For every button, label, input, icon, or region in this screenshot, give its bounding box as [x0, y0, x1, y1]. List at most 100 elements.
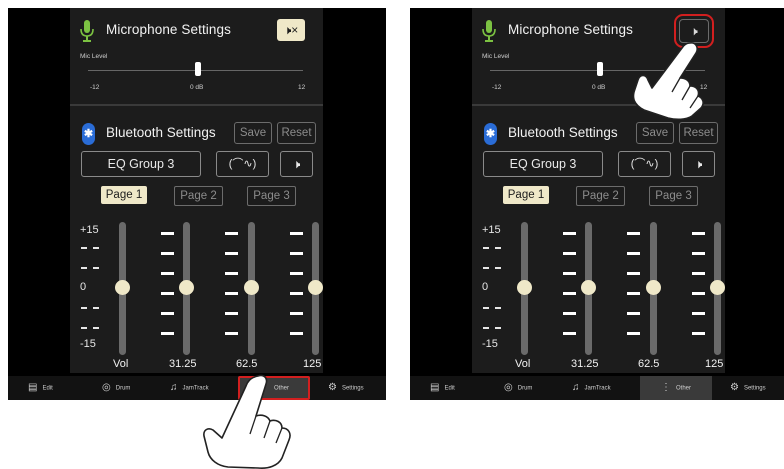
tab-page-3[interactable]: Page 3 [649, 186, 698, 206]
microphone-icon [80, 20, 94, 42]
fader-tick [692, 252, 705, 255]
fader-tick [290, 252, 303, 255]
scale-dash [483, 267, 501, 271]
reset-button[interactable]: Reset [277, 122, 316, 144]
fader-tick [563, 332, 576, 335]
fader-tick [563, 272, 576, 275]
fader-tick [627, 252, 640, 255]
reset-button[interactable]: Reset [679, 122, 718, 144]
fader-knob-31[interactable] [581, 280, 596, 295]
edit-icon: ▤ [28, 382, 38, 393]
save-button[interactable]: Save [636, 122, 674, 144]
settings-panel: Microphone Settings 🕨× Mic Level -12 0 d… [70, 8, 323, 373]
device-screen-left: Microphone Settings 🕨× Mic Level -12 0 d… [8, 8, 386, 400]
mic-level-mid: 0 dB [592, 84, 606, 91]
tab-page-1[interactable]: Page 1 [503, 186, 549, 204]
fader-tick [161, 232, 174, 235]
tab-page-3[interactable]: Page 3 [247, 186, 296, 206]
bt-speaker-button[interactable]: 🕨 [682, 151, 715, 177]
fader-tick [563, 312, 576, 315]
bluetooth-settings-title: Bluetooth Settings [508, 125, 618, 140]
nav-jamtrack-label: JamTrack [584, 385, 611, 392]
nav-drum-label: Drum [517, 385, 533, 392]
fader-tick [563, 232, 576, 235]
scale-top-label: +15 [80, 224, 99, 236]
fader-tick [692, 332, 705, 335]
fader-tick [692, 292, 705, 295]
eq-curve-button[interactable]: (⌒∿) [618, 151, 671, 177]
drum-icon: ◎ [504, 382, 513, 393]
scale-dash [81, 247, 99, 251]
band-label-vol: Vol [515, 358, 531, 370]
eq-db-scale: +15 0 -15 [80, 224, 110, 354]
fader-tick [161, 252, 174, 255]
eq-group-selector[interactable]: EQ Group 3 [81, 151, 201, 177]
fader-tick [290, 292, 303, 295]
fader-tick [161, 312, 174, 315]
tab-page-1[interactable]: Page 1 [101, 186, 147, 204]
fader-tick [225, 232, 238, 235]
fader-knob-125[interactable] [308, 280, 323, 295]
scale-dash [483, 247, 501, 251]
music-note-icon: ♫ [170, 382, 178, 393]
band-label-31: 31.25 [169, 358, 197, 370]
bottom-nav: ▤ Edit ◎ Drum ♫ JamTrack ⋮ Other ⚙ Settings [410, 376, 784, 400]
pointing-hand-icon [203, 374, 291, 469]
fader-tick [627, 332, 640, 335]
eq-group-selector[interactable]: EQ Group 3 [483, 151, 603, 177]
section-divider [70, 104, 323, 106]
nav-jamtrack[interactable]: ♫ JamTrack [572, 376, 611, 400]
nav-drum[interactable]: ◎ Drum [504, 376, 532, 400]
fader-knob-62[interactable] [244, 280, 259, 295]
mic-level-slider-thumb[interactable] [195, 62, 201, 76]
mic-level-slider-thumb[interactable] [597, 62, 603, 76]
gear-icon: ⚙ [328, 382, 337, 393]
music-note-icon: ♫ [572, 382, 580, 393]
nav-drum[interactable]: ◎ Drum [102, 376, 130, 400]
fader-tick [225, 332, 238, 335]
nav-edit[interactable]: ▤ Edit [430, 376, 455, 400]
band-label-125: 125 [705, 358, 724, 370]
scale-dash [483, 307, 501, 311]
fader-tick [225, 252, 238, 255]
nav-settings-label: Settings [743, 385, 766, 392]
fader-tick [627, 232, 640, 235]
nav-other-label: Other [675, 385, 691, 392]
fader-tick [627, 312, 640, 315]
nav-settings[interactable]: ⚙ Settings [730, 376, 766, 400]
drum-icon: ◎ [102, 382, 111, 393]
fader-tick [161, 292, 174, 295]
nav-edit-label: Edit [444, 385, 455, 392]
eq-db-scale: +15 0 -15 [482, 224, 512, 354]
nav-edit[interactable]: ▤ Edit [28, 376, 53, 400]
fader-knob-vol[interactable] [517, 280, 532, 295]
scale-bottom-label: -15 [482, 338, 498, 350]
fader-knob-vol[interactable] [115, 280, 130, 295]
bluetooth-settings-title: Bluetooth Settings [106, 125, 216, 140]
save-button[interactable]: Save [234, 122, 272, 144]
scale-top-label: +15 [482, 224, 501, 236]
fader-knob-31[interactable] [179, 280, 194, 295]
nav-other[interactable]: ⋮ Other [640, 376, 712, 400]
fader-tick [563, 252, 576, 255]
bt-speaker-button[interactable]: 🕨 [280, 151, 313, 177]
tab-page-2[interactable]: Page 2 [576, 186, 625, 206]
fader-tick [290, 332, 303, 335]
scale-dash [81, 267, 99, 271]
fader-knob-125[interactable] [710, 280, 725, 295]
eq-curve-button[interactable]: (⌒∿) [216, 151, 269, 177]
nav-edit-label: Edit [42, 385, 53, 392]
fader-tick [563, 292, 576, 295]
fader-tick [290, 272, 303, 275]
fader-tick [161, 272, 174, 275]
nav-settings[interactable]: ⚙ Settings [328, 376, 364, 400]
fader-knob-62[interactable] [646, 280, 661, 295]
fader-tick [161, 332, 174, 335]
mic-level-max: 12 [298, 84, 306, 91]
scale-mid-label: 0 [80, 281, 87, 293]
mic-level-min: -12 [90, 84, 100, 91]
fader-tick [225, 272, 238, 275]
tab-page-2[interactable]: Page 2 [174, 186, 223, 206]
mic-mute-button[interactable]: 🕨× [277, 19, 305, 41]
fader-tick [290, 312, 303, 315]
